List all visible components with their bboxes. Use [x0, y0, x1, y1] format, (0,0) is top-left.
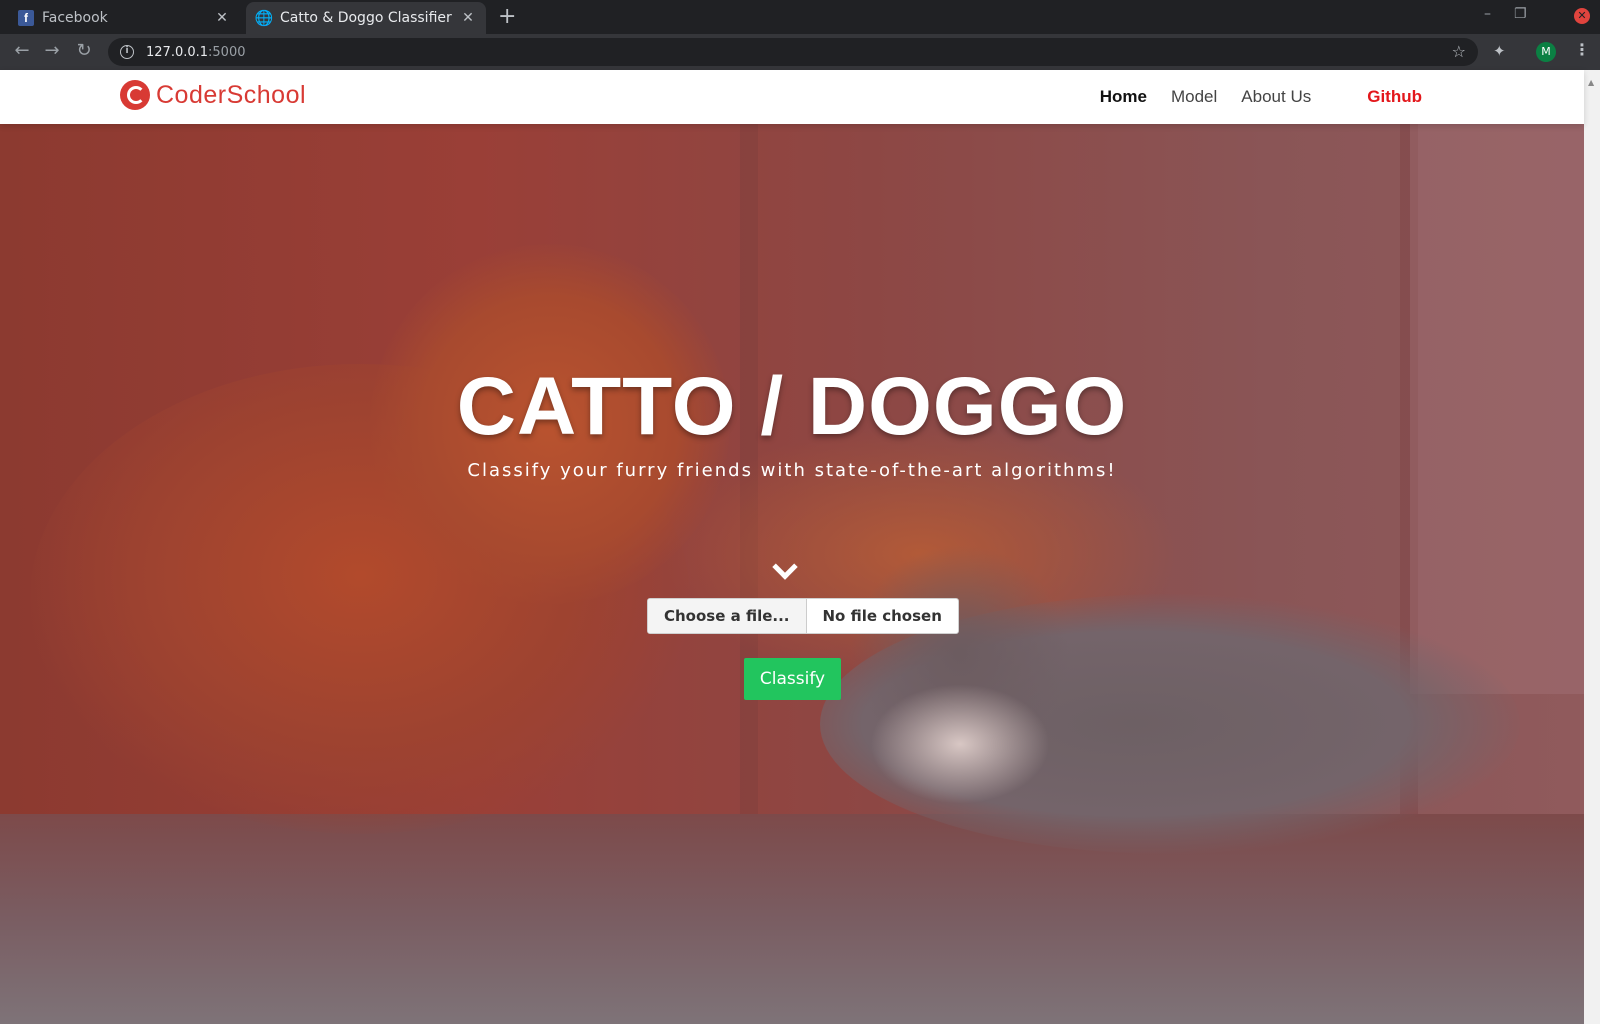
- file-input[interactable]: Choose a file... No file chosen: [647, 598, 959, 634]
- new-tab-button[interactable]: +: [498, 4, 516, 30]
- background-floor: [0, 814, 1584, 1024]
- close-window-icon[interactable]: ✕: [1574, 8, 1590, 24]
- cat-image-chest: [870, 684, 1050, 804]
- nav-model[interactable]: Model: [1171, 87, 1217, 107]
- back-icon[interactable]: ←: [10, 40, 34, 61]
- brand-logo-link[interactable]: CoderSchool: [120, 80, 306, 110]
- tab-title: Catto & Doggo Classifier: [280, 10, 452, 26]
- minimize-icon[interactable]: –: [1484, 6, 1491, 22]
- brand-name: CoderSchool: [156, 80, 307, 109]
- globe-icon: 🌐: [254, 9, 274, 27]
- tab-facebook[interactable]: f Facebook ✕: [8, 2, 240, 34]
- bookmark-star-icon[interactable]: ☆: [1452, 42, 1466, 61]
- restore-icon[interactable]: ❐: [1514, 6, 1527, 22]
- nav-about-us[interactable]: About Us: [1241, 87, 1311, 107]
- profile-avatar[interactable]: M: [1536, 42, 1556, 62]
- file-status-text: No file chosen: [822, 607, 942, 625]
- tab-title: Facebook: [42, 10, 108, 26]
- nav-home[interactable]: Home: [1100, 87, 1147, 107]
- close-tab-icon[interactable]: ✕: [214, 10, 230, 26]
- hero-section: CATTO / DOGGO Classify your furry friend…: [0, 124, 1584, 1024]
- forward-icon[interactable]: →: [40, 40, 64, 61]
- page-scrollbar[interactable]: ▲: [1584, 70, 1600, 1024]
- reload-icon[interactable]: ↻: [72, 40, 96, 61]
- classify-button[interactable]: Classify: [744, 658, 841, 700]
- browser-toolbar: ← → ↻ i 127.0.0.1:5000 ☆ ✦ M ⋮: [0, 34, 1600, 70]
- close-tab-icon[interactable]: ✕: [460, 10, 476, 26]
- coderschool-logo-icon: [120, 80, 150, 110]
- browser-menu-icon[interactable]: ⋮: [1574, 40, 1590, 59]
- site-info-icon[interactable]: i: [120, 45, 134, 59]
- url-text: 127.0.0.1:5000: [146, 44, 246, 60]
- hero-title: CATTO / DOGGO: [456, 361, 1128, 452]
- address-bar[interactable]: i 127.0.0.1:5000 ☆: [108, 38, 1478, 66]
- extension-icon[interactable]: ✦: [1493, 42, 1506, 60]
- browser-tab-bar: f Facebook ✕ 🌐 Catto & Doggo Classifier …: [0, 0, 1600, 34]
- choose-file-button[interactable]: Choose a file...: [648, 599, 807, 633]
- hero-subtitle: Classify your furry friends with state-o…: [467, 460, 1117, 481]
- tab-catto-doggo[interactable]: 🌐 Catto & Doggo Classifier ✕: [246, 2, 486, 34]
- scroll-up-icon[interactable]: ▲: [1588, 78, 1596, 87]
- facebook-icon: f: [18, 10, 34, 26]
- site-navbar: CoderSchool Home Model About Us Github: [0, 70, 1584, 124]
- nav-github[interactable]: Github: [1367, 87, 1422, 107]
- nav-links: Home Model About Us Github: [1076, 70, 1584, 124]
